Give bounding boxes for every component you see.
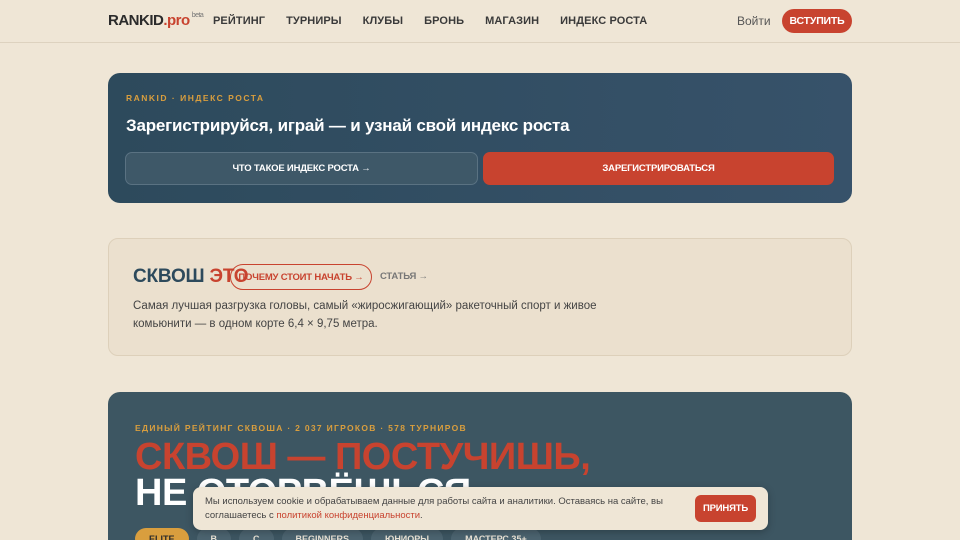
nav-shop[interactable]: МАГАЗИН xyxy=(485,15,539,27)
logo-main: RANKID xyxy=(108,12,164,29)
logo-beta: beta xyxy=(191,12,204,19)
register-button[interactable]: ЗАРЕГИСТРИРОВАТЬСЯ xyxy=(483,152,834,185)
nav-booking[interactable]: БРОНЬ xyxy=(424,15,464,27)
logo-pro: .pro xyxy=(163,12,190,29)
logo[interactable]: RANKID.pro beta xyxy=(108,12,204,29)
site-header: RANKID.pro beta РЕЙТИНГ ТУРНИРЫ КЛУБЫ БРО… xyxy=(0,0,960,43)
chip-elite[interactable]: ELITE xyxy=(135,528,189,540)
accept-cookies-button[interactable]: ПРИНЯТЬ xyxy=(695,495,756,522)
join-button[interactable]: ВСТУПИТЬ xyxy=(782,9,852,33)
why-start-button[interactable]: ПОЧЕМУ СТОИТ НАЧАТЬ → xyxy=(230,264,372,290)
main-nav: РЕЙТИНГ ТУРНИРЫ КЛУБЫ БРОНЬ МАГАЗИН ИНДЕ… xyxy=(213,15,668,27)
cookie-text-before: Мы используем cookie и обрабатываем данн… xyxy=(205,496,663,521)
banner-headline: Зарегистрируйся, играй — и узнай свой ин… xyxy=(126,116,570,135)
squash-description: Самая лучшая разгрузка головы, самый «жи… xyxy=(133,300,597,330)
squash-title-a: СКВОШ xyxy=(133,266,205,287)
nav-clubs[interactable]: КЛУБЫ xyxy=(363,15,403,27)
banner-eyebrow: RANKID · ИНДЕКС РОСТА xyxy=(126,93,265,103)
growth-index-banner: RANKID · ИНДЕКС РОСТА Зарегистрируйся, и… xyxy=(108,73,852,203)
nav-rating[interactable]: РЕЙТИНГ xyxy=(213,15,265,27)
article-link[interactable]: СТАТЬЯ → xyxy=(380,271,428,282)
login-link[interactable]: Войти xyxy=(737,14,771,28)
cookie-banner: Мы используем cookie и обрабатываем данн… xyxy=(193,487,768,530)
nav-tournaments[interactable]: ТУРНИРЫ xyxy=(286,15,342,27)
cookie-text: Мы используем cookie и обрабатываем данн… xyxy=(205,495,695,523)
rating-eyebrow: ЕДИНЫЙ РЕЙТИНГ СКВОША · 2 037 ИГРОКОВ · … xyxy=(135,423,467,433)
cookie-text-after: . xyxy=(420,510,423,521)
privacy-policy-link[interactable]: политикой конфиденциальности xyxy=(276,510,420,521)
what-is-growth-index-button[interactable]: ЧТО ТАКОЕ ИНДЕКС РОСТА → xyxy=(125,152,478,185)
rating-headline-line1: СКВОШ — ПОСТУЧИШЬ, xyxy=(135,436,591,478)
squash-intro-card: СКВОШ ЭТО ПОЧЕМУ СТОИТ НАЧАТЬ → СТАТЬЯ →… xyxy=(108,238,852,356)
nav-growth-index[interactable]: ИНДЕКС РОСТА xyxy=(560,15,647,27)
